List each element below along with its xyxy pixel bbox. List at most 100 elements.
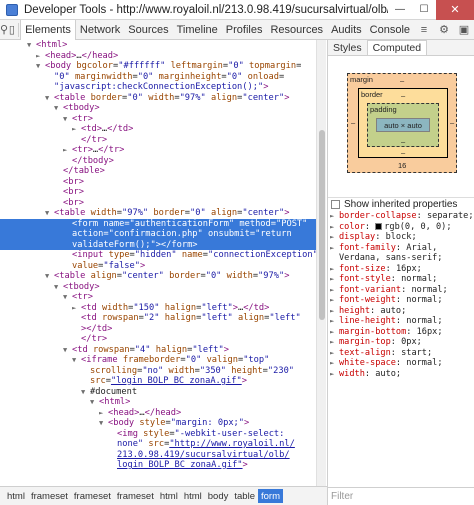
dom-node[interactable]: ▼ <table align="center" border="0" width=… xyxy=(0,271,316,282)
dom-node[interactable]: ▼ #document xyxy=(0,387,316,398)
expanded-triangle-icon[interactable]: ▼ xyxy=(72,355,81,366)
dom-node[interactable]: <br> xyxy=(0,177,316,188)
collapsed-triangle-icon[interactable]: ► xyxy=(72,303,81,314)
dom-node[interactable]: </tr> xyxy=(0,135,316,146)
dom-node[interactable]: </tbody> xyxy=(0,156,316,167)
console-drawer-icon[interactable]: ≡ xyxy=(414,20,434,40)
dom-node[interactable]: value="false"> xyxy=(0,261,316,272)
computed-property[interactable]: ► width: auto; xyxy=(328,369,474,380)
box-model-border[interactable]: border – – padding – auto × auto xyxy=(358,88,448,158)
dom-node[interactable]: ▼ <tr> xyxy=(0,292,316,303)
tab-timeline[interactable]: Timeline xyxy=(173,20,222,40)
box-model-content[interactable]: auto × auto xyxy=(376,118,430,132)
inspect-search-icon[interactable]: ⚲ xyxy=(0,20,8,40)
expand-triangle-icon[interactable]: ► xyxy=(330,306,339,317)
breadcrumb-html[interactable]: html xyxy=(4,489,28,503)
breadcrumb-html[interactable]: html xyxy=(157,489,181,503)
tab-sources[interactable]: Sources xyxy=(124,20,172,40)
expanded-triangle-icon[interactable]: ▼ xyxy=(54,282,63,293)
dom-node-selected[interactable]: action="confirmacion.php" onsubmit="retu… xyxy=(0,229,316,240)
computed-property[interactable]: ► color: rgb(0, 0, 0); xyxy=(328,222,474,233)
computed-property[interactable]: ► font-weight: normal; xyxy=(328,295,474,306)
settings-gear-icon[interactable]: ⚙ xyxy=(434,20,454,40)
dom-node[interactable]: ▼ <body bgcolor="#ffffff" leftmargin="0" … xyxy=(0,61,316,72)
computed-property[interactable]: ► font-style: normal; xyxy=(328,274,474,285)
computed-property[interactable]: ► font-size: 16px; xyxy=(328,264,474,275)
expand-triangle-icon[interactable]: ► xyxy=(330,264,339,275)
dom-node[interactable]: ► <tr>…</tr> xyxy=(0,145,316,156)
dom-node[interactable]: ▼ <td rowspan="4" halign="left"> xyxy=(0,345,316,356)
expand-triangle-icon[interactable]: ► xyxy=(330,285,339,296)
dom-node[interactable]: ► <td width="150" halign="left">…</td> xyxy=(0,303,316,314)
tab-profiles[interactable]: Profiles xyxy=(222,20,267,40)
computed-property[interactable]: ► font-variant: normal; xyxy=(328,285,474,296)
dom-node[interactable]: ▼ <table width="97%" border="0" align="ce… xyxy=(0,208,316,219)
dom-node-selected[interactable]: <form name="authenticationForm" method="… xyxy=(0,218,316,229)
dom-node[interactable]: </tr> xyxy=(0,334,316,345)
dom-node[interactable]: "javascript:checkConnectionException();"… xyxy=(0,82,316,93)
dom-node[interactable]: src="login_BOLP_BC_zonaA.gif"> xyxy=(0,376,316,387)
dom-node[interactable]: "0" marginwidth="0" marginheight="0" onl… xyxy=(0,72,316,83)
tab-resources[interactable]: Resources xyxy=(266,20,327,40)
computed-property[interactable]: ► border-collapse: separate; xyxy=(328,211,474,222)
tab-console[interactable]: Console xyxy=(366,20,414,40)
dom-node[interactable]: none" src="http://www.royaloil.nl/ xyxy=(0,439,316,450)
dom-node[interactable]: <td rowspan="2" halign="left" align="lef… xyxy=(0,313,316,324)
filter-input[interactable]: Filter xyxy=(328,487,474,505)
breadcrumb-body[interactable]: body xyxy=(205,489,232,503)
expand-triangle-icon[interactable]: ► xyxy=(330,243,339,254)
expand-triangle-icon[interactable]: ► xyxy=(330,222,339,233)
tab-audits[interactable]: Audits xyxy=(327,20,366,40)
dom-node[interactable]: ► <td>…</td> xyxy=(0,124,316,135)
expand-triangle-icon[interactable]: ► xyxy=(330,211,339,222)
color-swatch-icon[interactable] xyxy=(375,222,383,230)
collapsed-triangle-icon[interactable]: ► xyxy=(72,124,81,135)
expanded-triangle-icon[interactable]: ▼ xyxy=(63,292,72,303)
breadcrumb-frameset[interactable]: frameset xyxy=(71,489,114,503)
computed-property[interactable]: ► text-align: start; xyxy=(328,348,474,359)
expanded-triangle-icon[interactable]: ▼ xyxy=(45,208,54,219)
expanded-triangle-icon[interactable]: ▼ xyxy=(99,418,108,429)
dom-node[interactable]: <input type="hidden" name="connectionExc… xyxy=(0,250,316,261)
dom-node[interactable]: login_BOLP_BC_zonaA.gif"> xyxy=(0,460,316,471)
expanded-triangle-icon[interactable]: ▼ xyxy=(36,61,45,72)
expand-triangle-icon[interactable]: ► xyxy=(330,316,339,327)
expand-triangle-icon[interactable]: ► xyxy=(330,337,339,348)
expand-triangle-icon[interactable]: ► xyxy=(330,274,339,285)
computed-property[interactable]: ► display: block; xyxy=(328,232,474,243)
dom-node[interactable]: ▼ <tbody> xyxy=(0,103,316,114)
expanded-triangle-icon[interactable]: ▼ xyxy=(81,387,90,398)
dom-node[interactable]: ▼ <tr> xyxy=(0,114,316,125)
maximize-icon[interactable]: ☐ xyxy=(412,0,436,20)
dom-scrollbar[interactable] xyxy=(316,40,326,486)
side-tab-computed[interactable]: Computed xyxy=(366,40,428,55)
dock-icon[interactable]: ▣ xyxy=(454,20,474,40)
breadcrumb-table[interactable]: table xyxy=(231,489,258,503)
computed-property[interactable]: ► white-space: normal; xyxy=(328,358,474,369)
expanded-triangle-icon[interactable]: ▼ xyxy=(27,40,36,51)
dom-node[interactable]: <img style="-webkit-user-select: xyxy=(0,429,316,440)
expanded-triangle-icon[interactable]: ▼ xyxy=(45,271,54,282)
computed-property[interactable]: ► margin-bottom: 16px; xyxy=(328,327,474,338)
dom-node[interactable]: ></td> xyxy=(0,324,316,335)
dom-node[interactable]: <br> xyxy=(0,187,316,198)
dom-node[interactable]: ▼ <html> xyxy=(0,397,316,408)
minimize-icon[interactable]: — xyxy=(388,0,412,20)
dom-node[interactable]: ▼ <tbody> xyxy=(0,282,316,293)
device-mode-icon[interactable]: ▯ xyxy=(8,20,16,40)
show-inherited-row[interactable]: Show inherited properties xyxy=(328,197,474,210)
tab-elements[interactable]: Elements xyxy=(20,19,76,40)
dom-node[interactable]: ▼ <html> xyxy=(0,40,316,51)
expanded-triangle-icon[interactable]: ▼ xyxy=(63,345,72,356)
computed-property[interactable]: Verdana, sans-serif; xyxy=(328,253,474,264)
expand-triangle-icon[interactable]: ► xyxy=(330,232,339,243)
expanded-triangle-icon[interactable]: ▼ xyxy=(45,93,54,104)
expanded-triangle-icon[interactable]: ▼ xyxy=(63,114,72,125)
collapsed-triangle-icon[interactable]: ► xyxy=(99,408,108,419)
computed-property[interactable]: ► margin-top: 0px; xyxy=(328,337,474,348)
dom-tree[interactable]: ▼ <html> ► <head>…</head> ▼ <body bgcolor="#f… xyxy=(0,40,316,486)
side-tab-styles[interactable]: Styles xyxy=(328,41,367,55)
box-model-margin[interactable]: margin – – – 16 border – – padding – aut… xyxy=(347,73,457,173)
close-icon[interactable]: ✕ xyxy=(436,0,474,20)
breadcrumb-form[interactable]: form xyxy=(257,489,283,503)
